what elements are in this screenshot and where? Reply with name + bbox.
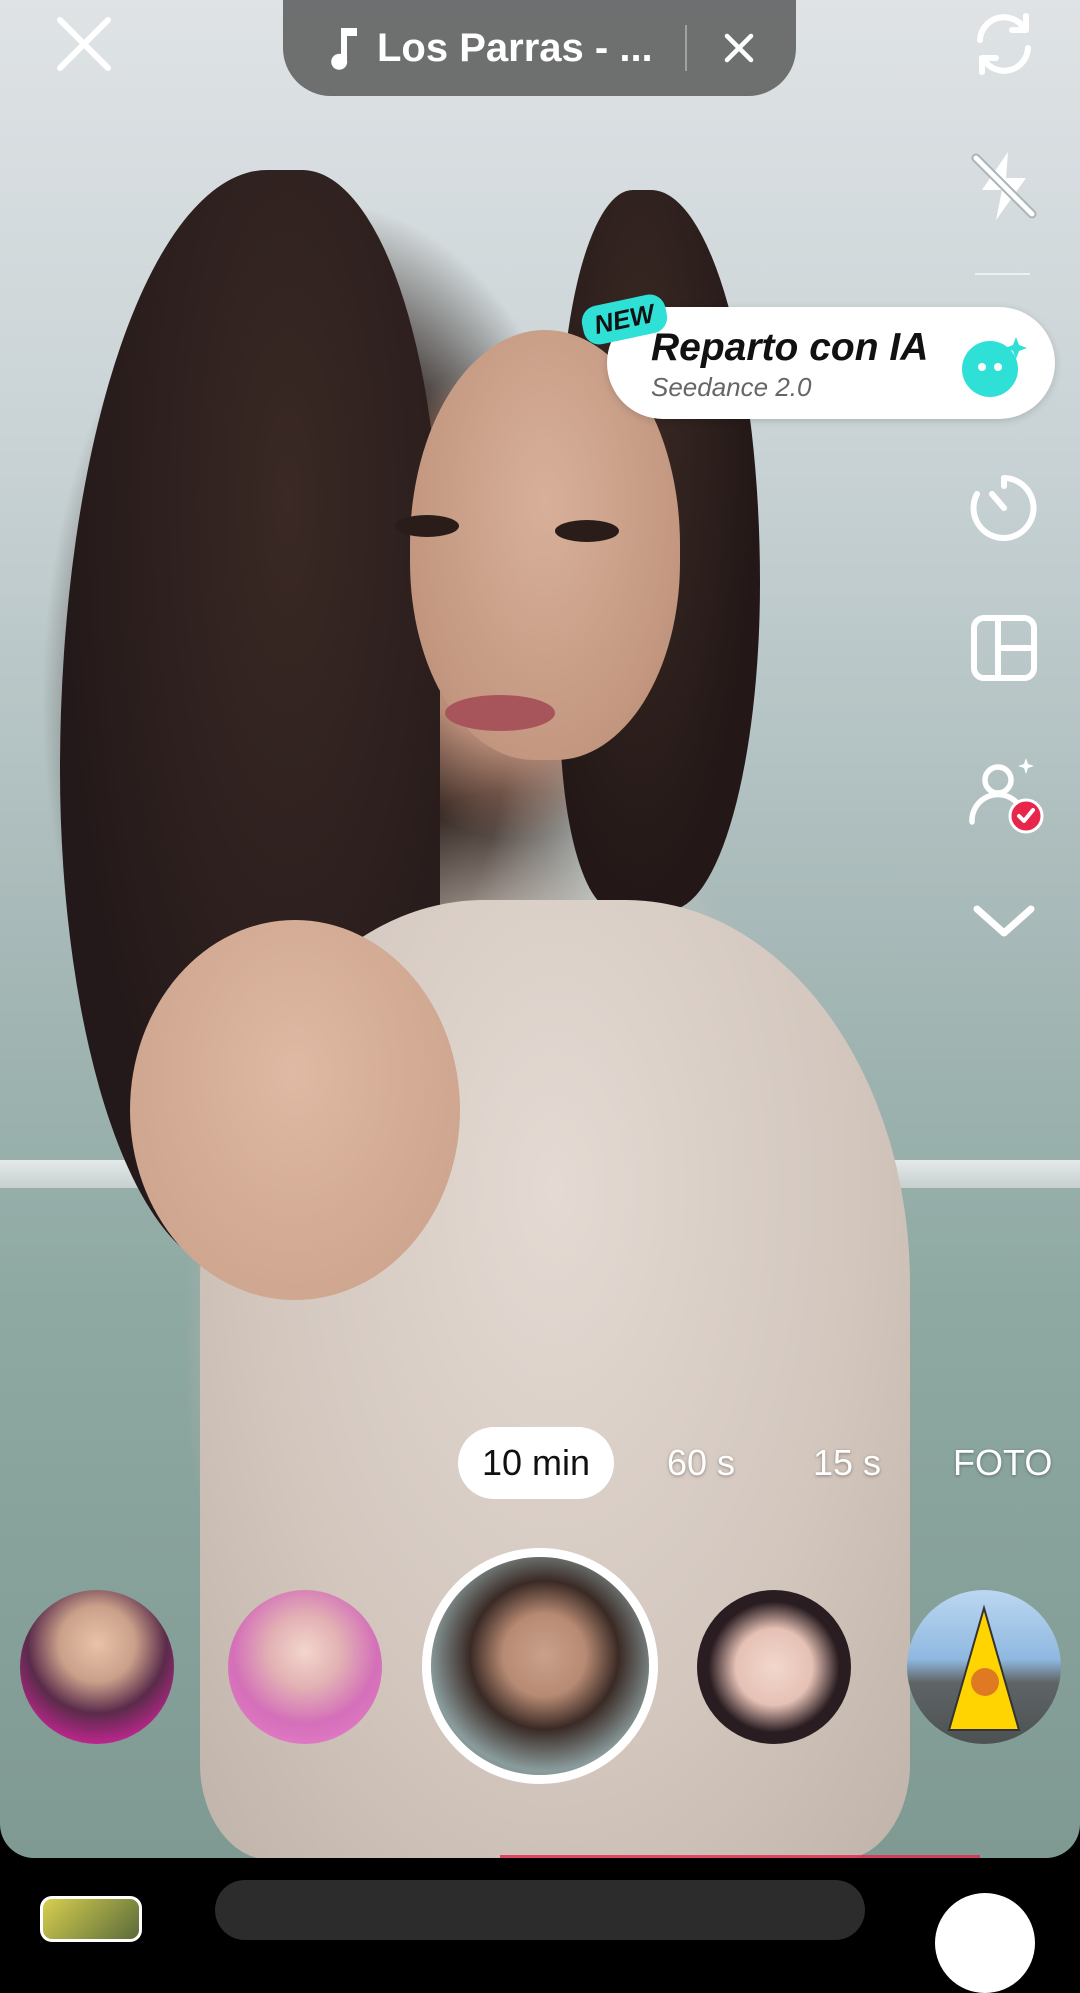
bottom-pill[interactable] (215, 1880, 865, 1940)
gallery-thumbnail[interactable] (40, 1896, 142, 1942)
add-sound-pill[interactable]: Los Parras - ... (283, 0, 796, 96)
mode-15-s[interactable]: 15 s (813, 1427, 881, 1499)
record-button[interactable] (422, 1548, 658, 1784)
ai-cast-subtitle: Seedance 2.0 (651, 372, 812, 402)
seedance-logo-icon (958, 333, 1030, 399)
effect-thumb-2[interactable] (228, 1590, 382, 1744)
add-collaborator-icon[interactable] (964, 754, 1044, 834)
bottom-circle-button[interactable] (935, 1893, 1035, 1993)
subject-eye-right (555, 520, 619, 542)
timer-icon[interactable] (964, 468, 1044, 548)
pill-divider (685, 25, 687, 71)
subject-lips (445, 695, 555, 731)
remove-sound-icon[interactable] (719, 28, 759, 68)
ai-cast-title: Reparto con IA (651, 326, 929, 369)
effect-thumb-4[interactable] (697, 1590, 851, 1744)
close-icon[interactable] (48, 8, 120, 80)
mode-10-min[interactable]: 10 min (458, 1427, 615, 1499)
mode-60-s[interactable]: 60 s (667, 1427, 735, 1499)
flash-off-icon[interactable] (964, 146, 1044, 226)
flip-camera-icon[interactable] (964, 4, 1044, 84)
subject-eye-left (395, 515, 459, 537)
toolbar-separator (975, 273, 1030, 275)
chevron-down-icon[interactable] (964, 880, 1044, 960)
music-note-icon (325, 24, 365, 72)
capture-mode-selector: 10 min 60 s 15 s FOTO (0, 1427, 1080, 1499)
subject-shoulder (130, 920, 460, 1300)
effect-thumb-1[interactable] (20, 1590, 174, 1744)
effect-thumb-5[interactable] (907, 1590, 1061, 1744)
mode-foto[interactable]: FOTO (953, 1427, 1052, 1499)
music-title: Los Parras - ... (377, 25, 653, 70)
effect-thumb-selected (431, 1557, 649, 1775)
layout-icon[interactable] (964, 608, 1044, 688)
